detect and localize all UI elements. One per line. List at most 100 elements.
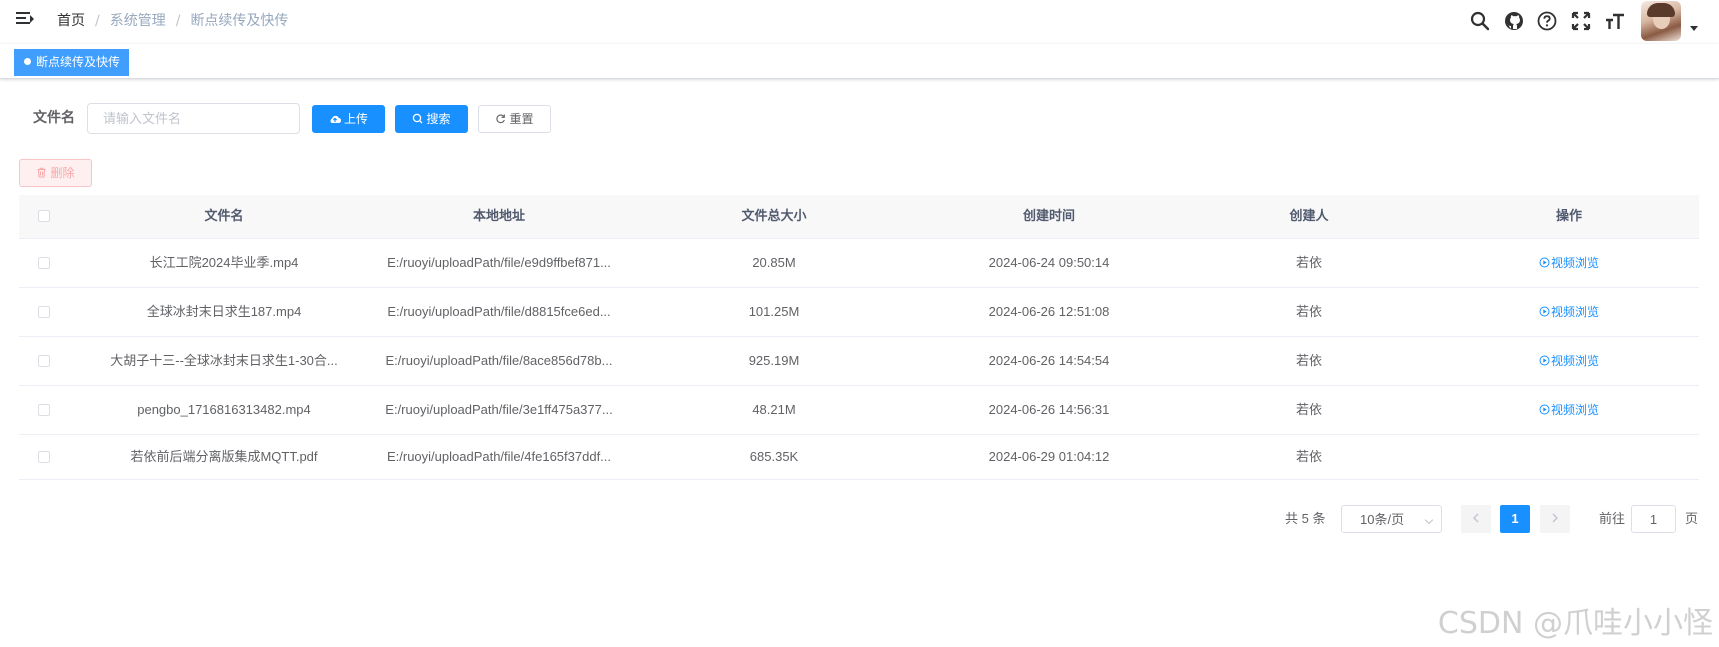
fullscreen-icon[interactable] (1570, 10, 1592, 32)
prev-page-button[interactable] (1461, 505, 1491, 533)
filename-input[interactable]: 请输入文件名 (87, 103, 300, 134)
navbar: 首页 / 系统管理 / 断点续传及快传 (0, 0, 1719, 44)
cell-name: 大胡子十三--全球冰封末日求生1-30合... (110, 353, 338, 368)
chevron-right-icon (1552, 513, 1558, 523)
row-checkbox[interactable] (38, 354, 50, 367)
cell-created: 2024-06-26 14:56:31 (988, 402, 1110, 417)
page-size-value: 10条/页 (1360, 512, 1405, 527)
watermark: CSDN @爪哇小小怪 (1437, 606, 1713, 641)
cell-actions: 视频浏览 (1439, 336, 1699, 385)
video-preview-link[interactable]: 视频浏览 (1539, 305, 1599, 319)
help-icon[interactable] (1536, 10, 1558, 32)
cell-name: 长江工院2024毕业季.mp4 (149, 255, 299, 270)
table-row: 若依前后端分离版集成MQTT.pdf E:/ruoyi/uploadPath/fi… (19, 434, 1699, 480)
cell-created: 2024-06-26 14:54:54 (988, 353, 1110, 368)
cell-size: 101.25M (748, 304, 800, 319)
row-checkbox[interactable] (38, 305, 50, 318)
cell-actions: 视频浏览 (1439, 287, 1699, 336)
chevron-left-icon (1473, 513, 1479, 523)
upload-button-label: 上传 (343, 112, 368, 126)
avatar[interactable] (1641, 1, 1681, 41)
search-btn-icon (413, 113, 423, 124)
github-icon[interactable] (1503, 10, 1525, 32)
chevron-down-icon (1424, 515, 1434, 525)
upload-button[interactable]: 上传 (312, 105, 385, 133)
video-preview-label: 视频浏览 (1550, 354, 1599, 368)
breadcrumb-item-current: 断点续传及快传 (190, 13, 289, 29)
play-circle-icon (1539, 404, 1550, 415)
cell-created: 2024-06-29 01:04:12 (988, 449, 1110, 464)
breadcrumb-item-home[interactable]: 首页 (57, 12, 85, 30)
reset-button[interactable]: 重置 (478, 105, 551, 133)
cell-creator: 若依 (1295, 353, 1322, 368)
cell-path: E:/ruoyi/uploadPath/file/3e1ff475a377... (385, 402, 613, 417)
cell-actions: 视频浏览 (1439, 385, 1699, 434)
page-size-select[interactable]: 10条/页 (1341, 505, 1442, 533)
tag-dot-icon (24, 58, 31, 65)
delete-button[interactable]: 删除 (19, 159, 92, 187)
cell-path: E:/ruoyi/uploadPath/file/4fe165f37ddf... (386, 449, 612, 464)
goto-page-input[interactable]: 1 (1631, 505, 1676, 533)
cell-actions: 视频浏览 (1439, 238, 1699, 287)
video-preview-label: 视频浏览 (1550, 305, 1599, 319)
tag-label: 断点续传及快传 (36, 55, 121, 69)
column-header-actions: 操作 (1555, 209, 1582, 224)
column-header-size: 文件总大小 (741, 209, 807, 224)
video-preview-label: 视频浏览 (1550, 403, 1599, 417)
play-circle-icon (1539, 257, 1550, 268)
tag-active[interactable]: 断点续传及快传 (14, 49, 130, 76)
page-number-current[interactable]: 1 (1500, 505, 1530, 533)
search-button[interactable]: 搜索 (395, 105, 468, 133)
row-checkbox[interactable] (38, 256, 50, 269)
goto-label: 前往 (1599, 511, 1626, 526)
cell-creator: 若依 (1295, 402, 1322, 417)
cell-size: 925.19M (748, 353, 800, 368)
video-preview-link[interactable]: 视频浏览 (1539, 354, 1599, 368)
reset-button-label: 重置 (509, 112, 534, 126)
font-size-icon[interactable] (1604, 10, 1626, 32)
cell-name: 全球冰封末日求生187.mp4 (146, 304, 302, 319)
breadcrumb-separator: / (175, 13, 181, 29)
cell-size: 48.21M (752, 402, 796, 417)
column-header-path: 本地地址 (472, 209, 525, 224)
table-row: pengbo_1716816313482.mp4 E:/ruoyi/uploadP… (19, 385, 1699, 435)
upload-cloud-icon (330, 115, 342, 123)
cell-created: 2024-06-24 09:50:14 (988, 255, 1110, 270)
breadcrumb: 首页 / 系统管理 / 断点续传及快传 (57, 12, 288, 30)
cell-created: 2024-06-26 12:51:08 (988, 304, 1110, 319)
table-row: 大胡子十三--全球冰封末日求生1-30合... E:/ruoyi/uploadPa… (19, 336, 1699, 386)
column-header-filename: 文件名 (204, 209, 244, 224)
cell-path: E:/ruoyi/uploadPath/file/d8815fce6ed... (387, 304, 611, 319)
row-checkbox[interactable] (38, 403, 50, 416)
hamburger-icon[interactable] (16, 12, 34, 28)
select-all-checkbox[interactable] (38, 210, 50, 222)
search-icon[interactable] (1469, 10, 1491, 32)
cell-creator: 若依 (1295, 304, 1322, 319)
video-preview-label: 视频浏览 (1550, 256, 1599, 270)
filename-label: 文件名 (33, 110, 75, 126)
cell-path: E:/ruoyi/uploadPath/file/8ace856d78b... (385, 353, 613, 368)
table-header: 文件名 本地地址 文件总大小 创建时间 创建人 操作 (19, 195, 1699, 239)
goto-suffix: 页 (1685, 511, 1699, 526)
play-circle-icon (1539, 355, 1550, 366)
caret-down-icon[interactable] (1690, 26, 1698, 31)
cell-name: 若依前后端分离版集成MQTT.pdf (130, 449, 318, 464)
pagination-total: 共 5 条 (1285, 511, 1326, 526)
delete-icon (37, 167, 46, 178)
play-circle-icon (1539, 306, 1550, 317)
table-row: 全球冰封末日求生187.mp4 E:/ruoyi/uploadPath/file/… (19, 287, 1699, 337)
cell-size: 20.85M (752, 255, 796, 270)
search-button-label: 搜索 (426, 112, 451, 126)
cell-path: E:/ruoyi/uploadPath/file/e9d9ffbef871... (387, 255, 611, 270)
row-checkbox[interactable] (38, 450, 50, 463)
cell-creator: 若依 (1295, 449, 1322, 464)
cell-creator: 若依 (1295, 255, 1322, 270)
refresh-icon (496, 114, 506, 124)
breadcrumb-item-system[interactable]: 系统管理 (110, 12, 166, 30)
tags-view: 断点续传及快传 (0, 44, 1719, 79)
video-preview-link[interactable]: 视频浏览 (1539, 256, 1599, 270)
next-page-button[interactable] (1540, 505, 1570, 533)
video-preview-link[interactable]: 视频浏览 (1539, 403, 1599, 417)
column-header-created: 创建时间 (1022, 209, 1075, 224)
cell-name: pengbo_1716816313482.mp4 (137, 402, 311, 417)
